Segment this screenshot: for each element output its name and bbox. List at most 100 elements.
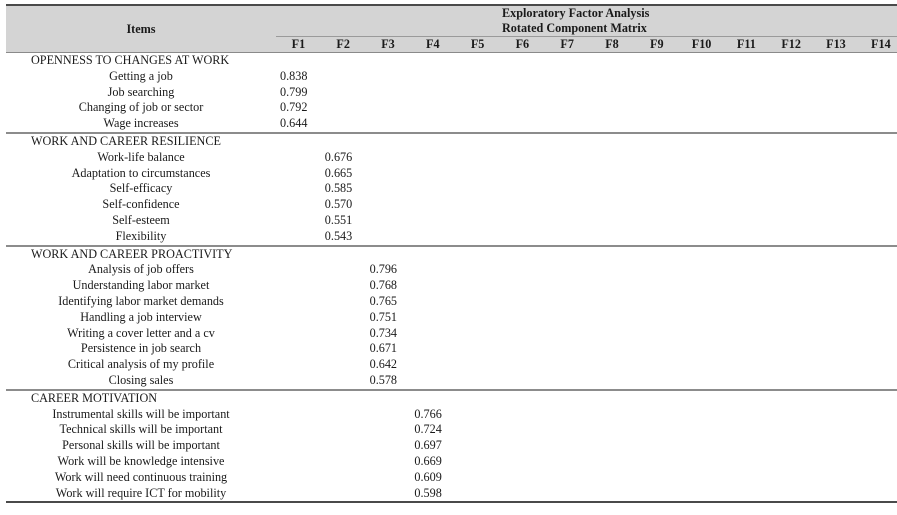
- empty-cell: [500, 326, 545, 342]
- empty-cell: [590, 69, 635, 85]
- empty-cell: [679, 197, 724, 213]
- empty-cell: [634, 166, 679, 182]
- empty-cell: [814, 278, 859, 294]
- empty-cell: [858, 294, 897, 310]
- empty-cell: [724, 229, 769, 246]
- loading-value: 0.751: [369, 309, 398, 324]
- empty-cell: [858, 438, 897, 454]
- table-row: Getting a job 0.838: [6, 69, 897, 85]
- empty-cell: [769, 407, 814, 423]
- empty-cell: [679, 150, 724, 166]
- empty-cell: [858, 244, 897, 263]
- empty-cell: [544, 244, 590, 263]
- item-label: Self-confidence: [102, 197, 180, 212]
- empty-cell: [814, 373, 859, 390]
- empty-cell: [455, 197, 500, 213]
- empty-cell: [499, 131, 545, 150]
- empty-cell: [321, 326, 366, 342]
- empty-cell: [410, 373, 455, 390]
- empty-cell: [545, 407, 590, 423]
- loading-value: 0.796: [369, 262, 398, 277]
- factor-header-f1: F1: [276, 36, 321, 53]
- empty-cell: [769, 357, 814, 373]
- empty-cell: [455, 181, 500, 197]
- table-row: Work will be knowledge intensive 0.669: [6, 454, 897, 470]
- empty-cell: [814, 262, 859, 278]
- empty-cell: [634, 244, 680, 263]
- empty-cell: [276, 278, 321, 294]
- item-label: Personal skills will be important: [62, 438, 220, 453]
- item-label: Understanding labor market: [72, 278, 210, 293]
- empty-cell: [679, 100, 724, 116]
- empty-cell: [410, 388, 456, 407]
- empty-cell: [545, 470, 590, 486]
- empty-cell: [813, 485, 859, 504]
- empty-cell: [634, 262, 679, 278]
- empty-cell: [769, 278, 814, 294]
- empty-cell: [500, 53, 545, 69]
- empty-cell: [500, 116, 545, 133]
- empty-cell: [276, 166, 321, 182]
- empty-cell: [545, 278, 590, 294]
- empty-cell: [500, 438, 545, 454]
- empty-cell: [858, 181, 897, 197]
- item-label: Work will need continuous training: [54, 469, 228, 484]
- empty-cell: [858, 85, 897, 101]
- empty-cell: [410, 357, 455, 373]
- section-header-row: WORK AND CAREER PROACTIVITY: [6, 244, 897, 263]
- empty-cell: [590, 294, 635, 310]
- empty-cell: [814, 454, 859, 470]
- empty-cell: [276, 422, 321, 438]
- empty-cell: [276, 53, 321, 69]
- empty-cell: [724, 373, 769, 390]
- empty-cell: [723, 388, 769, 407]
- empty-cell: [768, 131, 814, 150]
- empty-cell: [769, 310, 814, 326]
- empty-cell: [500, 407, 545, 423]
- table-row: Closing sales 0.578: [6, 373, 897, 390]
- empty-cell: [634, 388, 680, 407]
- empty-cell: [276, 150, 321, 166]
- empty-cell: [858, 197, 897, 213]
- empty-cell: [590, 278, 635, 294]
- empty-cell: [500, 357, 545, 373]
- table-row: Work will require ICT for mobility 0.598: [6, 485, 897, 504]
- empty-cell: [545, 294, 590, 310]
- table-row: Instrumental skills will be important 0.7…: [6, 407, 897, 423]
- item-label: Work will be knowledge intensive: [57, 453, 225, 468]
- empty-cell: [455, 116, 500, 133]
- empty-cell: [455, 341, 500, 357]
- empty-cell: [545, 326, 590, 342]
- empty-cell: [814, 69, 859, 85]
- empty-cell: [724, 278, 769, 294]
- empty-cell: [500, 310, 545, 326]
- empty-cell: [590, 53, 635, 69]
- empty-cell: [321, 438, 366, 454]
- empty-cell: [679, 485, 724, 504]
- empty-cell: [590, 262, 635, 278]
- table-title-line-1: Exploratory Factor Analysis: [502, 6, 650, 20]
- empty-cell: [500, 85, 545, 101]
- empty-cell: [321, 294, 366, 310]
- empty-cell: [769, 150, 814, 166]
- empty-cell: [679, 166, 724, 182]
- section-title: CAREER MOTIVATION: [6, 388, 276, 407]
- empty-cell: [589, 131, 635, 150]
- empty-cell: [679, 181, 724, 197]
- empty-cell: [814, 470, 859, 486]
- loading-value: 0.838: [280, 68, 308, 83]
- empty-cell: [500, 197, 545, 213]
- loading-value: 0.792: [280, 100, 308, 115]
- empty-cell: [679, 438, 724, 454]
- empty-cell: [500, 341, 545, 357]
- empty-cell: [724, 454, 769, 470]
- empty-cell: [679, 326, 724, 342]
- empty-cell: [276, 438, 321, 454]
- empty-cell: [679, 422, 724, 438]
- empty-cell: [814, 407, 859, 423]
- empty-cell: [769, 341, 814, 357]
- empty-cell: [410, 244, 456, 263]
- table-row: Self-efficacy 0.585: [6, 181, 897, 197]
- item-label: Technical skills will be important: [59, 422, 223, 437]
- empty-cell: [500, 69, 545, 85]
